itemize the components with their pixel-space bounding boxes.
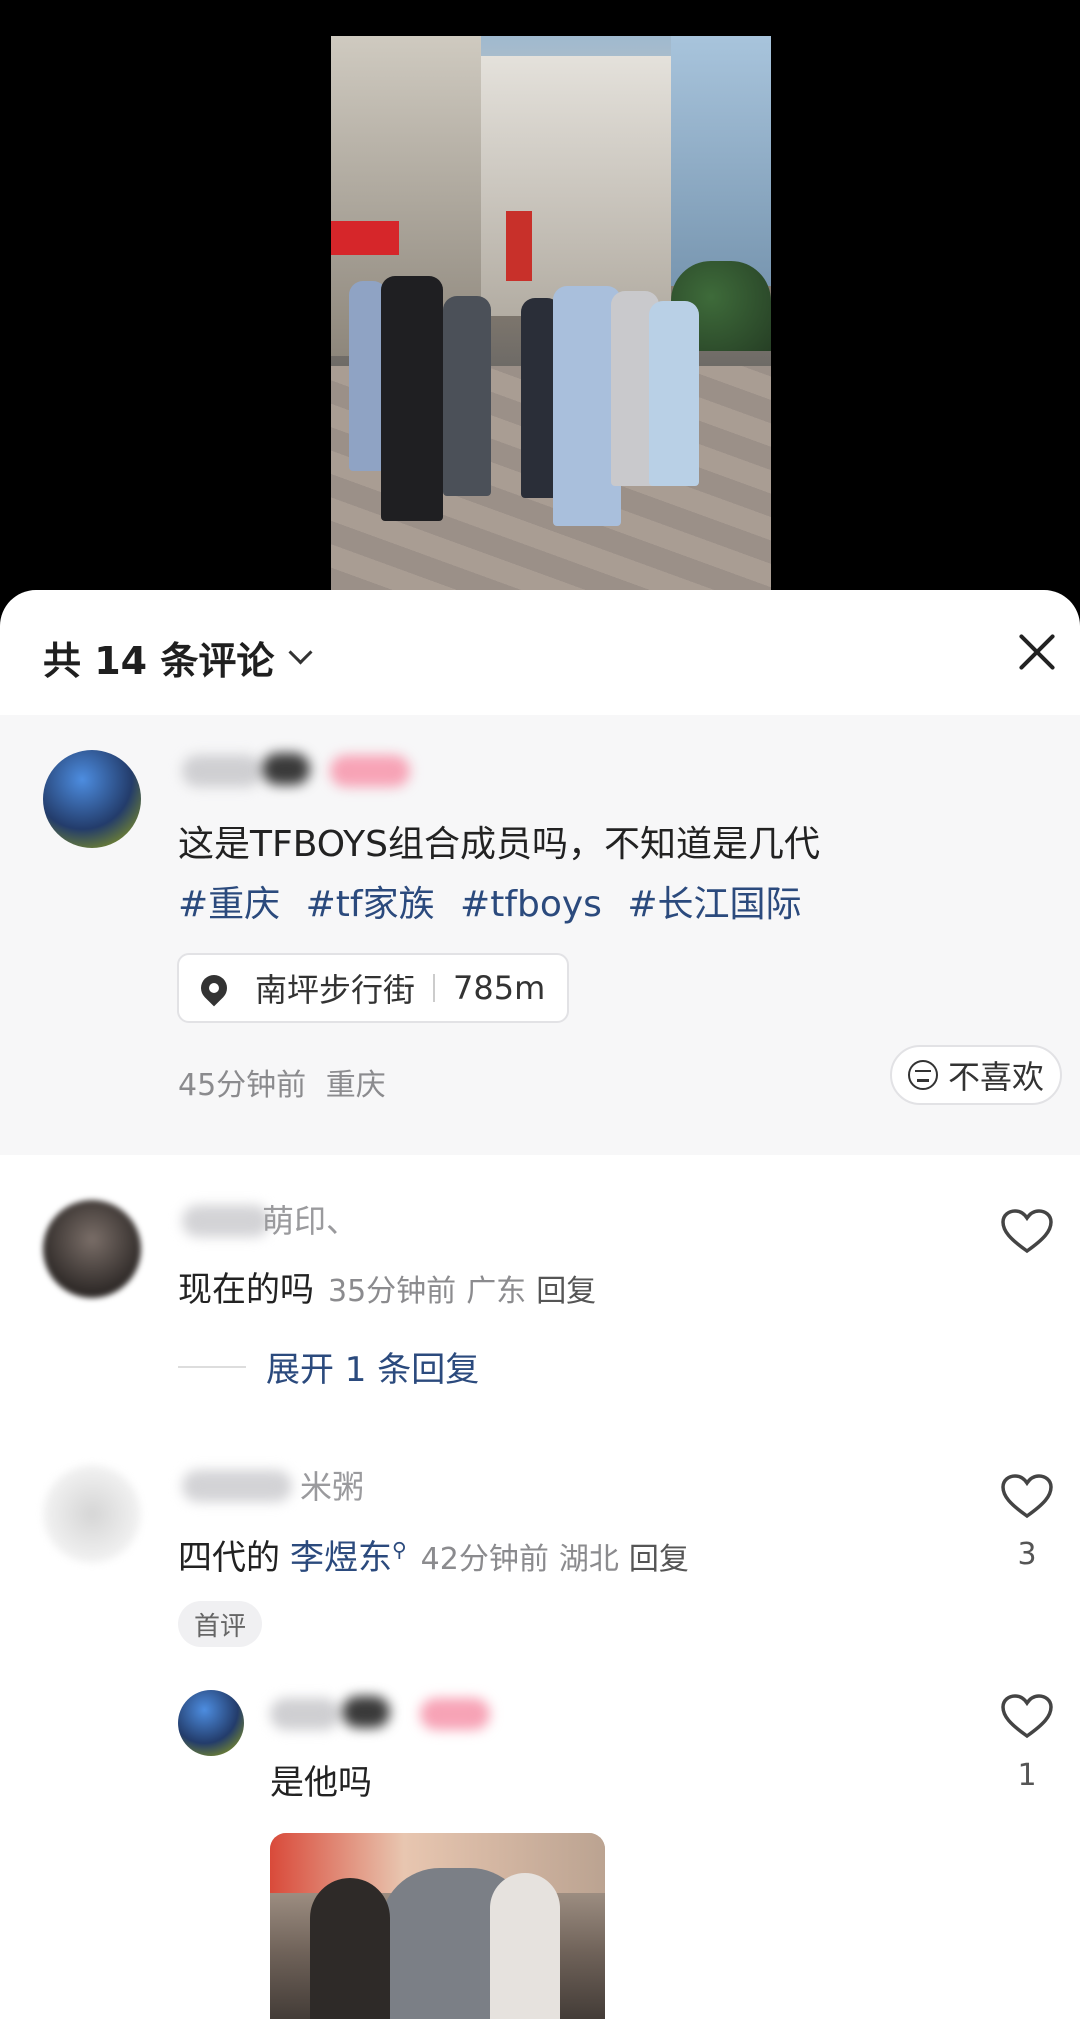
comment-text: 四代的 李煜东⚲ 42分钟前 湖北 回复 — [178, 1530, 689, 1579]
comment-region: 湖北 — [558, 1542, 619, 1577]
hashtag[interactable]: #tf家族 — [306, 884, 435, 925]
username-blurred[interactable] — [270, 1698, 340, 1730]
comment-count: 共 14 条评论 — [43, 639, 275, 683]
image-person — [490, 1873, 560, 2019]
comments-sheet: 共 14 条评论 这是TFBOYS组合成员吗，不知道是几代 #重庆 #tf家族 … — [0, 590, 1080, 2019]
search-icon: ⚲ — [392, 1537, 407, 1562]
like-heart-icon[interactable] — [1000, 1473, 1054, 1519]
close-icon[interactable] — [1015, 630, 1059, 674]
video-person — [381, 276, 443, 521]
comment-text: 现在的吗 35分钟前 广东 回复 — [178, 1262, 596, 1311]
username-visible[interactable]: 米粥 — [300, 1462, 364, 1508]
location-distance: 785m — [453, 969, 546, 1007]
mention-link[interactable]: 李煜东 — [290, 1538, 392, 1578]
dislike-label: 不喜欢 — [948, 1058, 1045, 1096]
neutral-face-icon — [908, 1060, 938, 1090]
video-person — [443, 296, 491, 496]
username-blurred[interactable] — [182, 755, 262, 787]
comments-header: 共 14 条评论 — [0, 590, 1080, 715]
expand-replies-button[interactable]: 展开 1 条回复 — [178, 1342, 479, 1391]
like-heart-icon[interactable] — [1000, 1208, 1054, 1254]
location-name: 南坪步行街 — [255, 971, 416, 1009]
avatar[interactable] — [178, 1690, 244, 1756]
hashtag[interactable]: #tfboys — [460, 884, 602, 925]
video-building — [671, 36, 771, 286]
avatar[interactable] — [43, 1200, 141, 1298]
video-player[interactable] — [0, 0, 1080, 600]
comment-body: 现在的吗 — [178, 1270, 314, 1310]
username-visible[interactable]: 萌印、 — [262, 1196, 358, 1242]
like-count: 1 — [1017, 1758, 1037, 1793]
hashtag[interactable]: #重庆 — [178, 884, 280, 925]
username-blurred[interactable] — [182, 1205, 270, 1237]
reply-text: 是他吗 — [270, 1763, 372, 1803]
username-blurred — [342, 1696, 390, 1728]
post-text: 这是TFBOYS组合成员吗，不知道是几代 — [178, 824, 820, 865]
post-time: 45分钟前 — [178, 1068, 307, 1103]
chevron-down-icon — [288, 640, 313, 665]
video-frame[interactable] — [331, 36, 771, 591]
reply-button[interactable]: 回复 — [629, 1542, 689, 1577]
avatar[interactable] — [43, 750, 141, 848]
reply-button[interactable]: 回复 — [536, 1274, 596, 1309]
divider — [433, 974, 436, 1002]
location-chip[interactable]: 南坪步行街 785m — [177, 953, 570, 1023]
avatar[interactable] — [43, 1465, 141, 1563]
location-pin-icon — [195, 969, 233, 1007]
like-count: 3 — [1017, 1537, 1037, 1572]
username-blurred[interactable] — [182, 1470, 292, 1502]
comment-count-dropdown[interactable]: 共 14 条评论 — [43, 630, 313, 685]
post-meta: 45分钟前 重庆 — [178, 1060, 386, 1104]
dislike-button[interactable]: 不喜欢 — [890, 1045, 1063, 1105]
video-person — [649, 301, 699, 486]
video-sign — [506, 211, 532, 281]
comment-time: 35分钟前 — [328, 1274, 457, 1309]
like-heart-icon[interactable] — [1000, 1693, 1054, 1739]
comment-time: 42分钟前 — [420, 1542, 549, 1577]
user-badge — [420, 1698, 490, 1730]
video-sign — [331, 221, 399, 255]
post-region: 重庆 — [325, 1068, 386, 1103]
hashtag[interactable]: #长江国际 — [627, 884, 801, 925]
comment-body: 四代的 — [178, 1538, 280, 1578]
original-post: 这是TFBOYS组合成员吗，不知道是几代 #重庆 #tf家族 #tfboys #… — [0, 715, 1080, 1155]
reply-image[interactable] — [270, 1833, 605, 2019]
username-blurred — [262, 753, 310, 785]
comment-region: 广东 — [466, 1274, 527, 1309]
image-person — [310, 1878, 390, 2019]
first-comment-badge: 首评 — [178, 1601, 263, 1647]
divider — [178, 1365, 246, 1368]
user-badge — [330, 755, 410, 787]
post-tags: #重庆 #tf家族 #tfboys #长江国际 — [178, 875, 816, 927]
expand-label: 展开 1 条回复 — [266, 1350, 480, 1390]
